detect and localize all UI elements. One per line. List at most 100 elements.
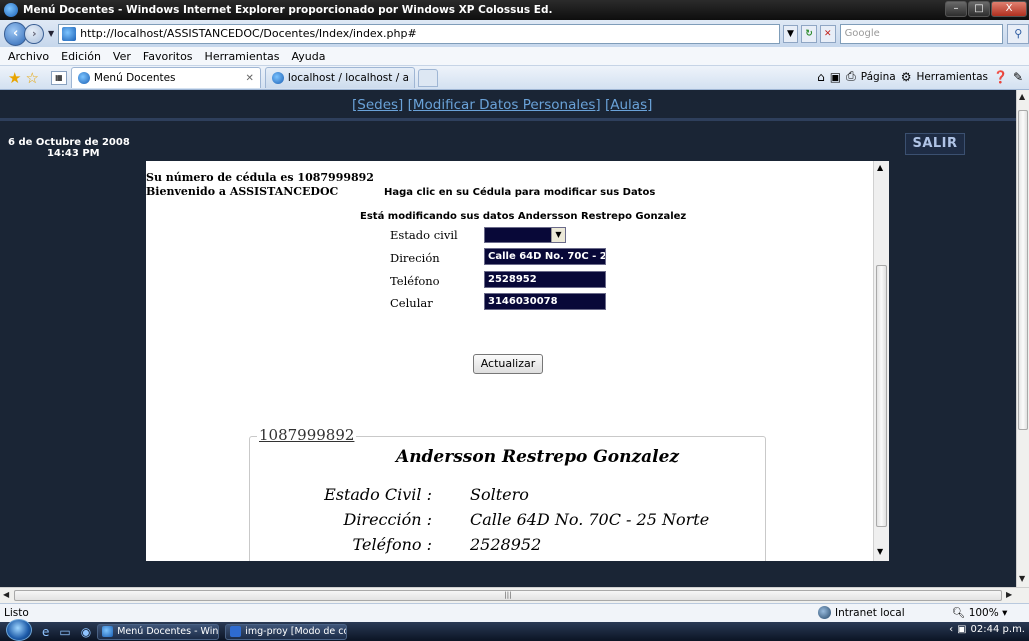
date-time: 6 de Octubre de 2008 14:43 PM <box>8 137 130 159</box>
quicklaunch-ie-icon[interactable]: e <box>42 625 49 639</box>
scroll-left-icon[interactable]: ◀ <box>3 590 9 599</box>
scroll-right-icon[interactable]: ▶ <box>1006 590 1012 599</box>
profile-telefono-label: Teléfono : <box>352 535 432 554</box>
menu-favoritos[interactable]: Favoritos <box>143 50 193 63</box>
stop-icon[interactable]: ✕ <box>819 24 836 43</box>
taskbar: e ▭ ◉ Menú Docentes - Wind... img-proy [… <box>0 618 1029 641</box>
research-icon[interactable]: ✎ <box>1013 70 1023 84</box>
tray-network-icon[interactable]: ▣ <box>957 624 966 635</box>
modifying-title: Está modificando sus datos Andersson Res… <box>360 211 687 222</box>
menu-ayuda[interactable]: Ayuda <box>291 50 325 63</box>
frame-scroll-thumb[interactable] <box>876 265 887 527</box>
taskbar-item-ie[interactable]: Menú Docentes - Wind... <box>97 623 220 640</box>
welcome-line: Bienvenido a ASSISTANCEDOC <box>146 185 339 198</box>
address-bar: ‹ › ▼ http://localhost/ASSISTANCEDOC/Doc… <box>0 20 1029 47</box>
profile-direccion-value: Calle 64D No. 70C - 25 Norte <box>470 510 710 529</box>
add-favorite-icon[interactable]: ☆ <box>25 69 38 87</box>
history-dropdown-icon[interactable]: ▼ <box>48 29 54 38</box>
minimize-button[interactable]: – <box>945 1 967 17</box>
page-hscroll-thumb[interactable]: ||| <box>14 590 1002 601</box>
favorites-star-icon[interactable]: ★ <box>8 69 21 87</box>
search-icon[interactable]: ⚲ <box>1007 23 1029 44</box>
actualizar-button[interactable]: Actualizar <box>473 354 543 374</box>
current-time: 14:43 PM <box>47 148 100 159</box>
site-nav: [Sedes] [Modificar Datos Personales] [Au… <box>352 97 652 113</box>
window-title: Menú Docentes - Windows Internet Explore… <box>23 4 553 16</box>
page-menu[interactable]: Página <box>861 71 896 83</box>
url-dropdown-icon[interactable]: ▼ <box>782 24 799 43</box>
page-horizontal-scrollbar[interactable]: ◀ ||| ▶ <box>0 587 1029 603</box>
tab-localhost[interactable]: localhost / localhost / asisten... <box>264 67 415 88</box>
print-icon[interactable]: ⎙ <box>846 69 856 84</box>
page-scroll-up-icon[interactable]: ▲ <box>1019 92 1025 101</box>
page-viewport: [Sedes] [Modificar Datos Personales] [Au… <box>0 90 1016 587</box>
celular-label: Celular <box>390 296 433 310</box>
help-icon[interactable]: ❓ <box>993 70 1008 84</box>
tab-bar: ★ ☆ ▦ Menú Docentes ✕ localhost / localh… <box>0 66 1029 90</box>
estado-civil-label: Estado civil <box>390 228 458 242</box>
close-button[interactable]: X <box>991 1 1027 17</box>
page-vscroll-thumb[interactable] <box>1018 110 1028 430</box>
menu-edicion[interactable]: Edición <box>61 50 101 63</box>
security-zone[interactable]: Intranet local <box>818 606 905 619</box>
page-scroll-down-icon[interactable]: ▼ <box>1019 574 1025 583</box>
new-tab-button[interactable] <box>417 68 438 87</box>
zoom-value: 100% <box>968 607 999 619</box>
url-field[interactable]: http://localhost/ASSISTANCEDOC/Docentes/… <box>58 23 780 44</box>
profile-cedula-link[interactable]: 1087999892 <box>257 426 357 444</box>
profile-estado-civil-value: Soltero <box>470 485 529 504</box>
tab-ie-icon <box>271 72 284 84</box>
direccion-label: Direción <box>390 251 440 265</box>
menu-archivo[interactable]: Archivo <box>8 50 49 63</box>
clock[interactable]: 02:44 p.m. <box>971 624 1025 635</box>
taskbar-item-label: Menú Docentes - Wind... <box>117 626 219 637</box>
start-button[interactable] <box>6 618 32 641</box>
user-info: Su número de cédula es 1087999892 Bienve… <box>146 171 374 199</box>
estado-civil-select[interactable]: ▼ <box>484 227 566 243</box>
refresh-icon[interactable]: ↻ <box>801 24 817 43</box>
telefono-input[interactable]: 2528952 <box>484 271 606 288</box>
tab-menu-docentes[interactable]: Menú Docentes ✕ <box>70 67 261 88</box>
forward-button[interactable]: › <box>24 23 44 44</box>
menu-bar: Archivo Edición Ver Favoritos Herramient… <box>0 47 1029 66</box>
scroll-down-icon[interactable]: ▼ <box>877 547 883 556</box>
nav-sedes-link[interactable]: [Sedes] <box>352 97 403 113</box>
menu-ver[interactable]: Ver <box>113 50 131 63</box>
zoom-level[interactable]: 🔍︎ 100% ▾ <box>952 606 1007 619</box>
system-tray: ‹ ▣ 02:44 p.m. <box>949 624 1025 635</box>
nav-aulas-link[interactable]: [Aulas] <box>605 97 652 113</box>
home-icon[interactable]: ⌂ <box>817 70 825 84</box>
search-input[interactable]: Google <box>839 23 1004 44</box>
scroll-up-icon[interactable]: ▲ <box>877 163 883 172</box>
frame-scrollbar[interactable]: ▲ ▼ <box>873 161 889 561</box>
celular-input[interactable]: 3146030078 <box>484 293 606 310</box>
tab-ie-icon <box>77 72 90 84</box>
edit-hint: Haga clic en su Cédula para modificar su… <box>384 187 656 198</box>
quick-tabs-icon[interactable]: ▦ <box>50 70 67 85</box>
ie-icon <box>102 626 114 637</box>
tools-menu[interactable]: Herramientas <box>916 71 988 83</box>
direccion-input[interactable]: Calle 64D No. 70C - 25 Norte <box>484 248 606 265</box>
quicklaunch-desktop-icon[interactable]: ▭ <box>59 625 70 639</box>
tab-label: localhost / localhost / asisten... <box>287 72 408 84</box>
zoom-dropdown-icon[interactable]: ▾ <box>1002 607 1007 619</box>
feeds-icon[interactable]: ▣ <box>830 70 841 84</box>
current-date: 6 de Octubre de 2008 <box>8 137 130 148</box>
nav-modificar-datos-link[interactable]: [Modificar Datos Personales] <box>408 97 601 113</box>
telefono-label: Teléfono <box>390 274 440 288</box>
maximize-button[interactable]: □ <box>968 1 990 17</box>
url-text: http://localhost/ASSISTANCEDOC/Docentes/… <box>80 27 417 40</box>
taskbar-item-word[interactable]: img-proy [Modo de co... <box>225 623 348 640</box>
word-doc-icon <box>230 626 242 637</box>
tools-gear-icon: ⚙ <box>900 69 912 84</box>
chevron-down-icon[interactable]: ▼ <box>551 228 565 242</box>
menu-herramientas[interactable]: Herramientas <box>205 50 280 63</box>
page-vertical-scrollbar[interactable]: ▲ ▼ <box>1016 90 1029 587</box>
profile-estado-civil-label: Estado Civil : <box>324 485 432 504</box>
logout-button[interactable]: SALIR <box>905 133 965 155</box>
tray-expand-icon[interactable]: ‹ <box>949 624 953 635</box>
quicklaunch-firefox-icon[interactable]: ◉ <box>81 625 91 639</box>
tab-close-icon[interactable]: ✕ <box>246 73 254 84</box>
header-divider <box>0 118 1016 121</box>
profile-name: Andersson Restrepo Gonzalez <box>396 447 680 467</box>
